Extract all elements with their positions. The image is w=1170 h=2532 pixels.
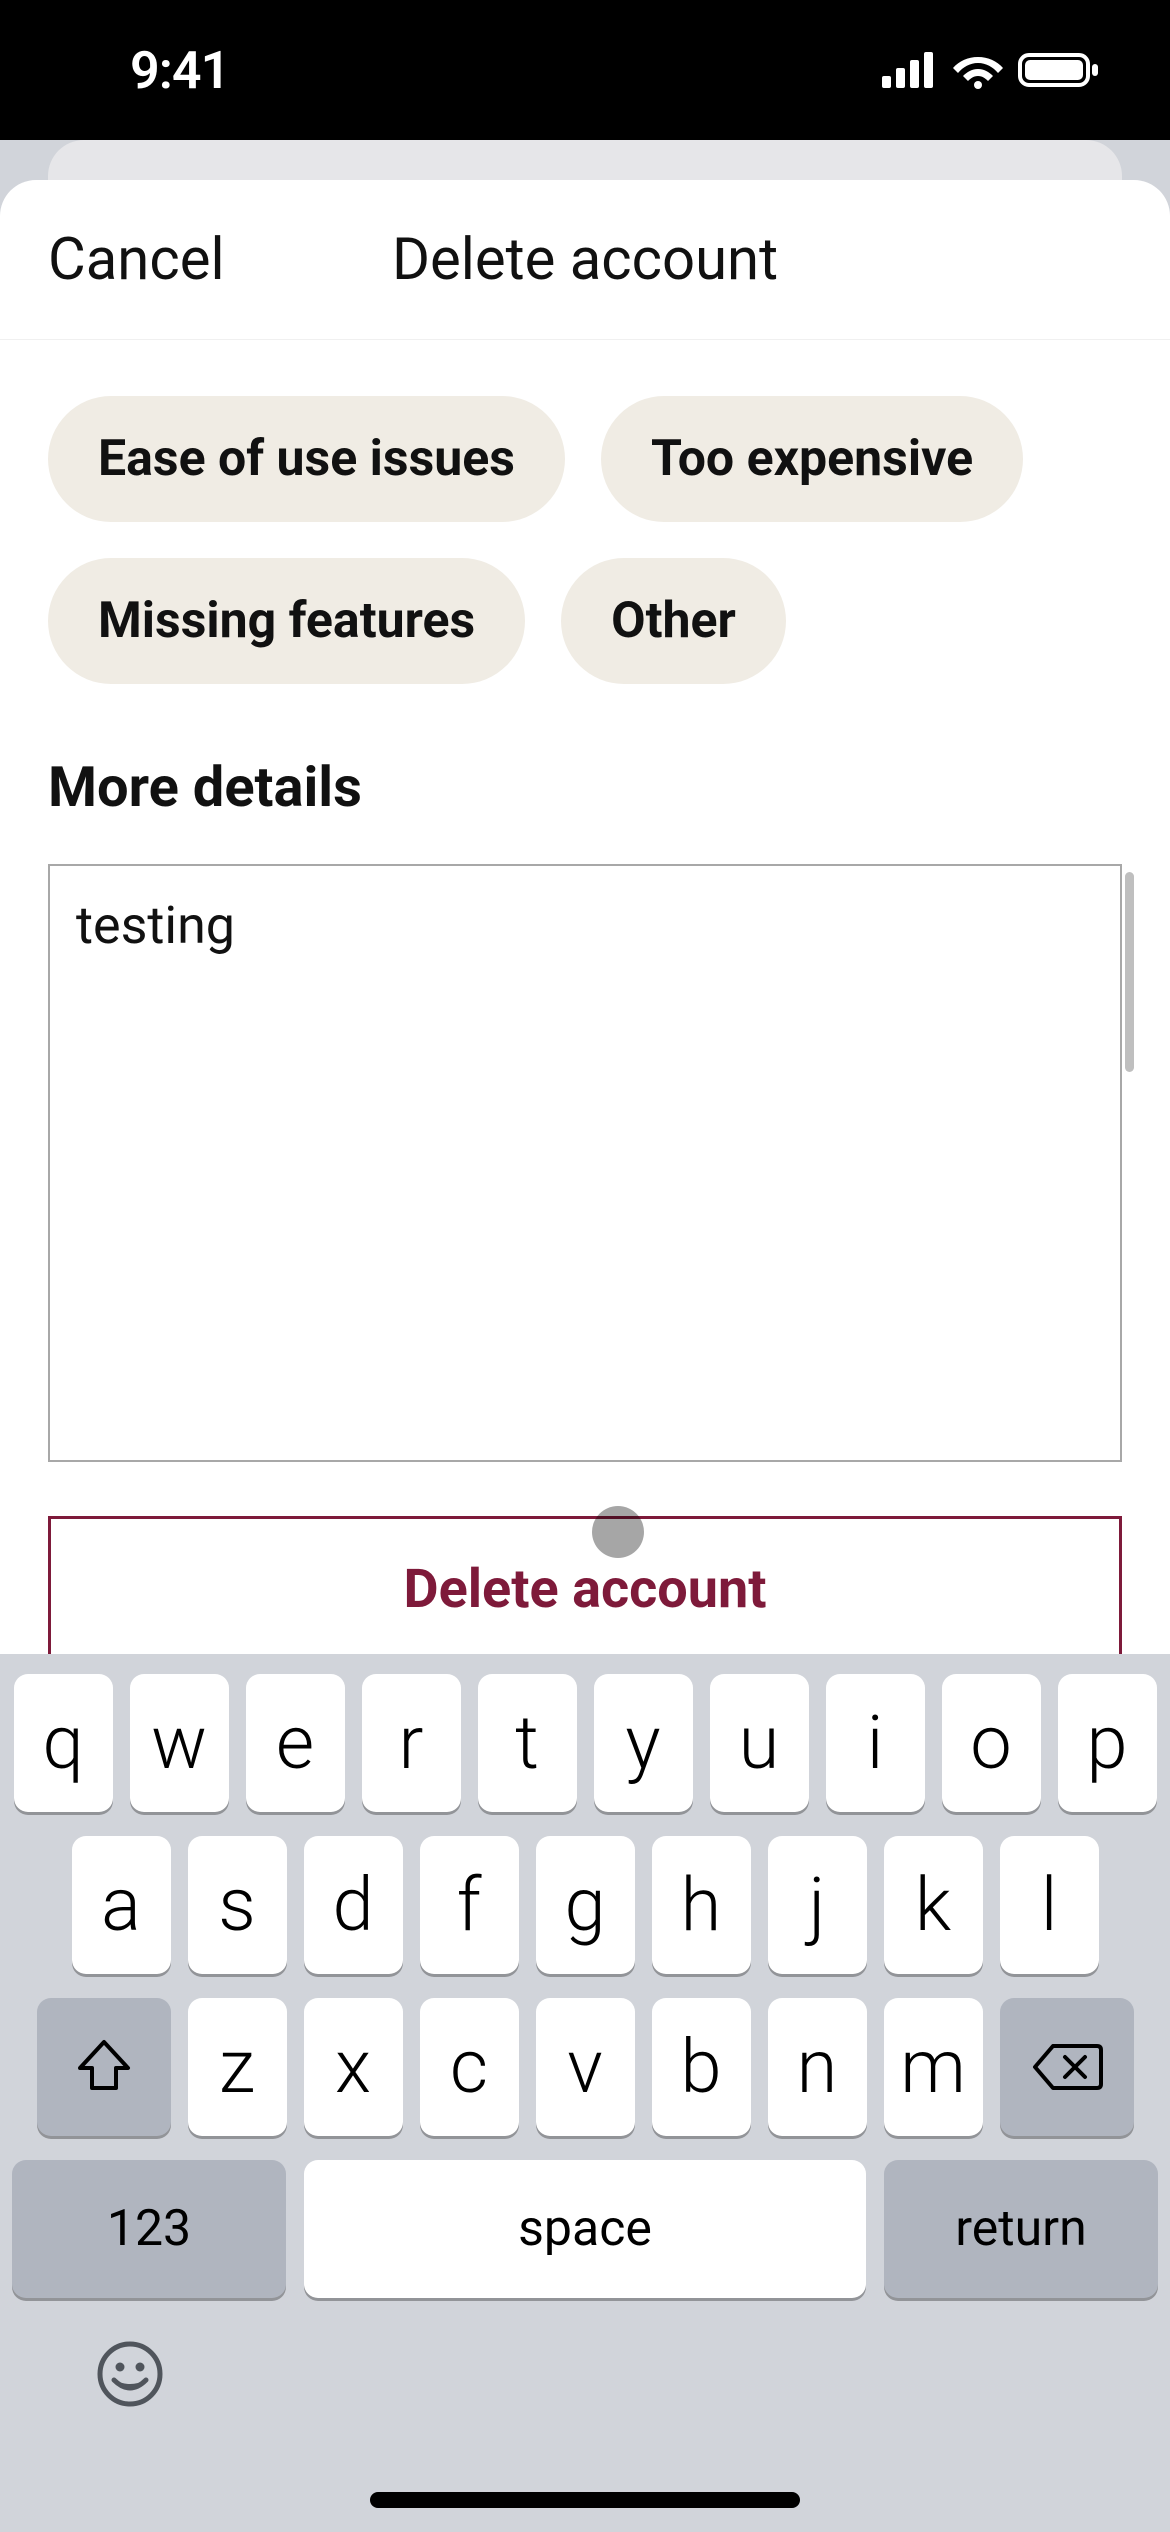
- touch-indicator-icon: [592, 1506, 644, 1558]
- home-indicator[interactable]: [370, 2492, 800, 2508]
- wifi-icon: [952, 51, 1004, 89]
- emoji-button[interactable]: [96, 2340, 164, 2419]
- key-r[interactable]: r: [362, 1674, 461, 1812]
- reason-chip-other[interactable]: Other: [561, 558, 786, 684]
- scrollbar-thumb[interactable]: [1125, 872, 1134, 1072]
- key-p[interactable]: p: [1058, 1674, 1157, 1812]
- key-o[interactable]: o: [942, 1674, 1041, 1812]
- shift-icon: [74, 2038, 134, 2096]
- backspace-icon: [1031, 2042, 1103, 2092]
- key-s[interactable]: s: [188, 1836, 287, 1974]
- ios-keyboard: q w e r t y u i o p a s d f g h j k l: [0, 1654, 1170, 2532]
- keyboard-bottom-row: [0, 2298, 1170, 2419]
- emoji-icon: [96, 2345, 164, 2425]
- reason-chips: Ease of use issues Too expensive Missing…: [48, 396, 1122, 684]
- key-f[interactable]: f: [420, 1836, 519, 1974]
- key-numbers[interactable]: 123: [12, 2160, 286, 2298]
- key-k[interactable]: k: [884, 1836, 983, 1974]
- battery-icon: [1018, 51, 1100, 89]
- key-backspace[interactable]: [1000, 1998, 1134, 2136]
- details-textarea-wrap: [48, 864, 1122, 1466]
- key-return[interactable]: return: [884, 2160, 1158, 2298]
- key-c[interactable]: c: [420, 1998, 519, 2136]
- status-time: 9:41: [130, 40, 229, 101]
- details-textarea[interactable]: [48, 864, 1122, 1462]
- delete-account-button[interactable]: Delete account: [48, 1516, 1122, 1662]
- reason-chip-too-expensive[interactable]: Too expensive: [601, 396, 1023, 522]
- content-area: Ease of use issues Too expensive Missing…: [0, 396, 1170, 1662]
- key-j[interactable]: j: [768, 1836, 867, 1974]
- phone-screen: 9:41: [0, 0, 1170, 2532]
- key-n[interactable]: n: [768, 1998, 867, 2136]
- key-u[interactable]: u: [710, 1674, 809, 1812]
- status-icons: [882, 51, 1100, 89]
- key-g[interactable]: g: [536, 1836, 635, 1974]
- key-i[interactable]: i: [826, 1674, 925, 1812]
- key-a[interactable]: a: [72, 1836, 171, 1974]
- key-b[interactable]: b: [652, 1998, 751, 2136]
- cellular-icon: [882, 52, 938, 88]
- keyboard-row-3: z x c v b n m: [0, 1998, 1170, 2136]
- keyboard-row-4: 123 space return: [0, 2160, 1170, 2298]
- reason-chip-missing-features[interactable]: Missing features: [48, 558, 525, 684]
- key-q[interactable]: q: [14, 1674, 113, 1812]
- key-v[interactable]: v: [536, 1998, 635, 2136]
- key-shift[interactable]: [37, 1998, 171, 2136]
- status-bar: 9:41: [0, 0, 1170, 140]
- key-t[interactable]: t: [478, 1674, 577, 1812]
- key-e[interactable]: e: [246, 1674, 345, 1812]
- key-d[interactable]: d: [304, 1836, 403, 1974]
- keyboard-row-1: q w e r t y u i o p: [0, 1674, 1170, 1812]
- cancel-button[interactable]: Cancel: [48, 226, 225, 294]
- keyboard-row-2: a s d f g h j k l: [0, 1836, 1170, 1974]
- key-l[interactable]: l: [1000, 1836, 1099, 1974]
- reason-chip-ease-of-use[interactable]: Ease of use issues: [48, 396, 565, 522]
- key-x[interactable]: x: [304, 1998, 403, 2136]
- nav-bar: Cancel Delete account: [0, 180, 1170, 340]
- key-h[interactable]: h: [652, 1836, 751, 1974]
- key-w[interactable]: w: [130, 1674, 229, 1812]
- key-z[interactable]: z: [188, 1998, 287, 2136]
- key-y[interactable]: y: [594, 1674, 693, 1812]
- more-details-label: More details: [48, 754, 1122, 820]
- key-m[interactable]: m: [884, 1998, 983, 2136]
- key-space[interactable]: space: [304, 2160, 866, 2298]
